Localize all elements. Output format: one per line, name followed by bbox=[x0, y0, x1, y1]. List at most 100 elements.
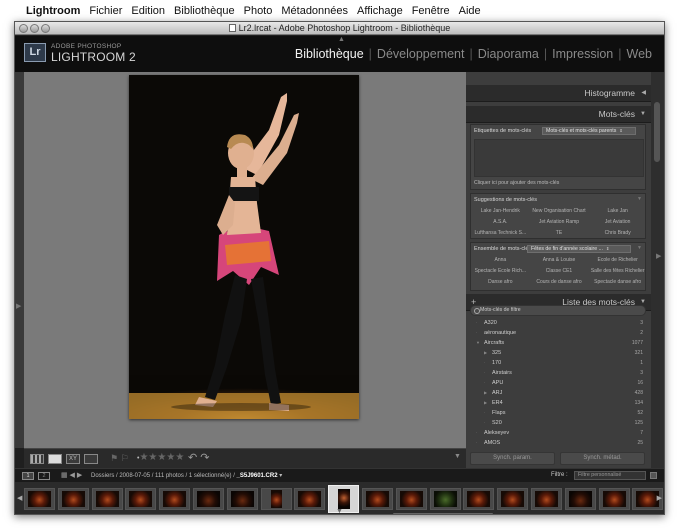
disclosure-triangle-icon[interactable]: ▶ bbox=[484, 348, 487, 358]
collapse-top-panel-icon[interactable]: ▲ bbox=[338, 36, 345, 43]
keyword-chip[interactable]: Jet Aviation Ramp bbox=[530, 217, 589, 227]
module-bibliotheque[interactable]: Bibliothèque bbox=[290, 47, 369, 61]
section-triangle-icon[interactable]: ▼ bbox=[637, 245, 642, 251]
keyword-row[interactable]: · AMOS 25 bbox=[470, 438, 646, 448]
filmstrip-scrollbar[interactable] bbox=[393, 513, 493, 514]
menu-app[interactable]: Lightroom bbox=[26, 5, 80, 17]
module-impression[interactable]: Impression bbox=[547, 47, 618, 61]
collapse-right-panel-icon[interactable]: ▶ bbox=[656, 252, 661, 260]
left-panel-collapsed[interactable]: ▶ bbox=[15, 72, 24, 448]
keyword-tags-dropdown[interactable]: Mots-clés et mots-clés parents ⇕ bbox=[542, 127, 636, 135]
keyword-row[interactable]: ▶ 325 321 bbox=[470, 348, 646, 358]
filmstrip-thumbnail[interactable] bbox=[260, 488, 292, 510]
keyword-chip[interactable]: Lake Jan bbox=[588, 206, 647, 216]
keyword-row[interactable]: ▶ ARJ 428 bbox=[470, 388, 646, 398]
keyword-row[interactable]: · Alekseyev 7 bbox=[470, 428, 646, 438]
filmstrip-thumbnail[interactable] bbox=[429, 488, 461, 510]
filmstrip-right-icon[interactable]: ▶ bbox=[657, 494, 662, 502]
histogram-panel-header[interactable]: Histogramme ◀ bbox=[466, 85, 651, 102]
keyword-row[interactable]: · Airstairs 3 bbox=[470, 368, 646, 378]
menu-edition[interactable]: Edition bbox=[131, 5, 165, 17]
rating-stars-text[interactable]: ★★★★★ bbox=[139, 452, 184, 463]
keyword-row[interactable]: · A320 3 bbox=[470, 318, 646, 328]
filmstrip-thumbnail[interactable] bbox=[91, 488, 123, 510]
keyword-chip[interactable]: Anna & Louise bbox=[530, 255, 589, 265]
menu-bibliotheque[interactable]: Bibliothèque bbox=[174, 5, 235, 17]
filmstrip-filter-dropdown[interactable]: Filtre personnalisé bbox=[574, 471, 646, 480]
keyword-tags-textarea[interactable] bbox=[474, 139, 644, 177]
filmstrip-thumbnail[interactable] bbox=[294, 488, 326, 510]
filmstrip-thumbnail[interactable] bbox=[395, 488, 427, 510]
keyword-chip[interactable]: Anna bbox=[471, 255, 530, 265]
keyword-chip[interactable]: Jet Aviation bbox=[588, 217, 647, 227]
filmstrip-thumbnail[interactable] bbox=[57, 488, 89, 510]
filmstrip-left-icon[interactable]: ◀ bbox=[17, 494, 22, 502]
filmstrip-thumbnail[interactable] bbox=[362, 488, 393, 510]
keyword-chip[interactable]: Salle des fêtes Richelier bbox=[588, 266, 647, 276]
sync-metadata-button[interactable]: Synch. métad. bbox=[560, 452, 645, 465]
filmstrip-thumbnail[interactable] bbox=[193, 488, 224, 510]
expand-left-panel-icon[interactable]: ▶ bbox=[16, 302, 21, 310]
filmstrip-thumbnail-selected[interactable] bbox=[328, 485, 360, 513]
filmstrip-thumbnail[interactable] bbox=[463, 488, 495, 510]
window-1-button[interactable]: 1 bbox=[22, 472, 34, 480]
keyword-row[interactable]: · 170 1 bbox=[470, 358, 646, 368]
menu-aide[interactable]: Aide bbox=[459, 5, 481, 17]
keyword-chip[interactable]: TE bbox=[530, 228, 589, 238]
keyword-chip[interactable]: Lufthansa Technick S... bbox=[471, 228, 530, 238]
loupe-view[interactable] bbox=[24, 72, 466, 448]
flag-icon[interactable]: ⚑ ⚐ bbox=[110, 453, 129, 464]
filmstrip-thumbnail[interactable] bbox=[531, 488, 562, 510]
section-triangle-icon[interactable]: ▼ bbox=[637, 196, 642, 202]
keyword-row[interactable]: · S20 125 bbox=[470, 418, 646, 428]
filmstrip-thumbnail[interactable] bbox=[497, 488, 529, 510]
disclosure-triangle-icon[interactable]: ▼ bbox=[476, 338, 480, 348]
filmstrip-source-path[interactable]: Dossiers / 2008-07-05 / 111 photos / 1 s… bbox=[91, 472, 282, 479]
keyword-row[interactable]: · APU 16 bbox=[470, 378, 646, 388]
sync-settings-button[interactable]: Synch. param. bbox=[470, 452, 555, 465]
keyword-row[interactable]: · Flaps 52 bbox=[470, 408, 646, 418]
rotate-icon[interactable]: ↶ ↷ bbox=[188, 451, 210, 464]
keyword-chip[interactable]: Spectacle Ecole Rich... bbox=[471, 266, 530, 276]
keyword-set-dropdown[interactable]: Fêtes de fin d'année scolaire ... ⇕ bbox=[527, 245, 631, 253]
keyword-row[interactable]: ▶ ER4 134 bbox=[470, 398, 646, 408]
keywording-panel-header[interactable]: Mots-clés ▼ bbox=[466, 106, 651, 123]
scrollbar-thumb[interactable] bbox=[654, 102, 660, 162]
keyword-chip[interactable]: Spectacle danse afro bbox=[588, 277, 647, 287]
keyword-row[interactable]: · aéronautique 2 bbox=[470, 328, 646, 338]
keyword-chip[interactable]: Chris Brady bbox=[588, 228, 647, 238]
minimize-window-button[interactable] bbox=[30, 24, 39, 33]
keyword-tags-hint[interactable]: Cliquer ici pour ajouter des mots-clés bbox=[474, 180, 559, 186]
filmstrip-thumbnail[interactable] bbox=[226, 488, 258, 510]
module-web[interactable]: Web bbox=[622, 47, 657, 61]
window-2-button[interactable]: 2 bbox=[38, 472, 50, 480]
filter-toggle-switch[interactable] bbox=[650, 472, 657, 479]
keyword-filter-input[interactable]: Mots-clés de filtre bbox=[470, 305, 646, 316]
survey-view-button[interactable] bbox=[84, 454, 98, 464]
compare-view-button[interactable]: XY bbox=[66, 454, 80, 464]
menu-photo[interactable]: Photo bbox=[244, 5, 273, 17]
disclosure-triangle-icon[interactable]: ▶ bbox=[484, 388, 487, 398]
rating-stars[interactable]: •★★★★★ bbox=[137, 452, 184, 463]
menu-fichier[interactable]: Fichier bbox=[89, 5, 122, 17]
keyword-chip[interactable]: Danse afro bbox=[471, 277, 530, 287]
filmstrip-thumbnail[interactable] bbox=[125, 488, 157, 510]
keyword-chip[interactable]: New Organisation Chart bbox=[530, 206, 589, 216]
filmstrip-thumbnail[interactable] bbox=[24, 488, 55, 510]
filmstrip-thumbnail[interactable] bbox=[564, 488, 596, 510]
zoom-window-button[interactable] bbox=[41, 24, 50, 33]
collapse-filmstrip-icon[interactable]: ▼ bbox=[336, 508, 343, 515]
filmstrip-thumbnail[interactable] bbox=[159, 488, 191, 510]
keyword-row[interactable]: ▼ Aircrafts 1077 bbox=[470, 338, 646, 348]
grid-back-forward-icon[interactable]: ▦ ◀ ▶ bbox=[61, 471, 82, 479]
menu-affichage[interactable]: Affichage bbox=[357, 5, 403, 17]
keyword-chip[interactable]: Cours de danse afro bbox=[530, 277, 589, 287]
main-photo[interactable] bbox=[129, 75, 359, 419]
grid-view-button[interactable] bbox=[30, 454, 44, 464]
menu-metadonnees[interactable]: Métadonnées bbox=[281, 5, 348, 17]
loupe-view-button[interactable] bbox=[48, 454, 62, 464]
keyword-chip[interactable]: Lake Jan-Hendrik bbox=[471, 206, 530, 216]
right-panel-scrollbar[interactable]: ▶ bbox=[651, 72, 664, 468]
keyword-chip[interactable]: A.S.A. bbox=[471, 217, 530, 227]
keyword-chip[interactable]: Classe CE1 bbox=[530, 266, 589, 276]
